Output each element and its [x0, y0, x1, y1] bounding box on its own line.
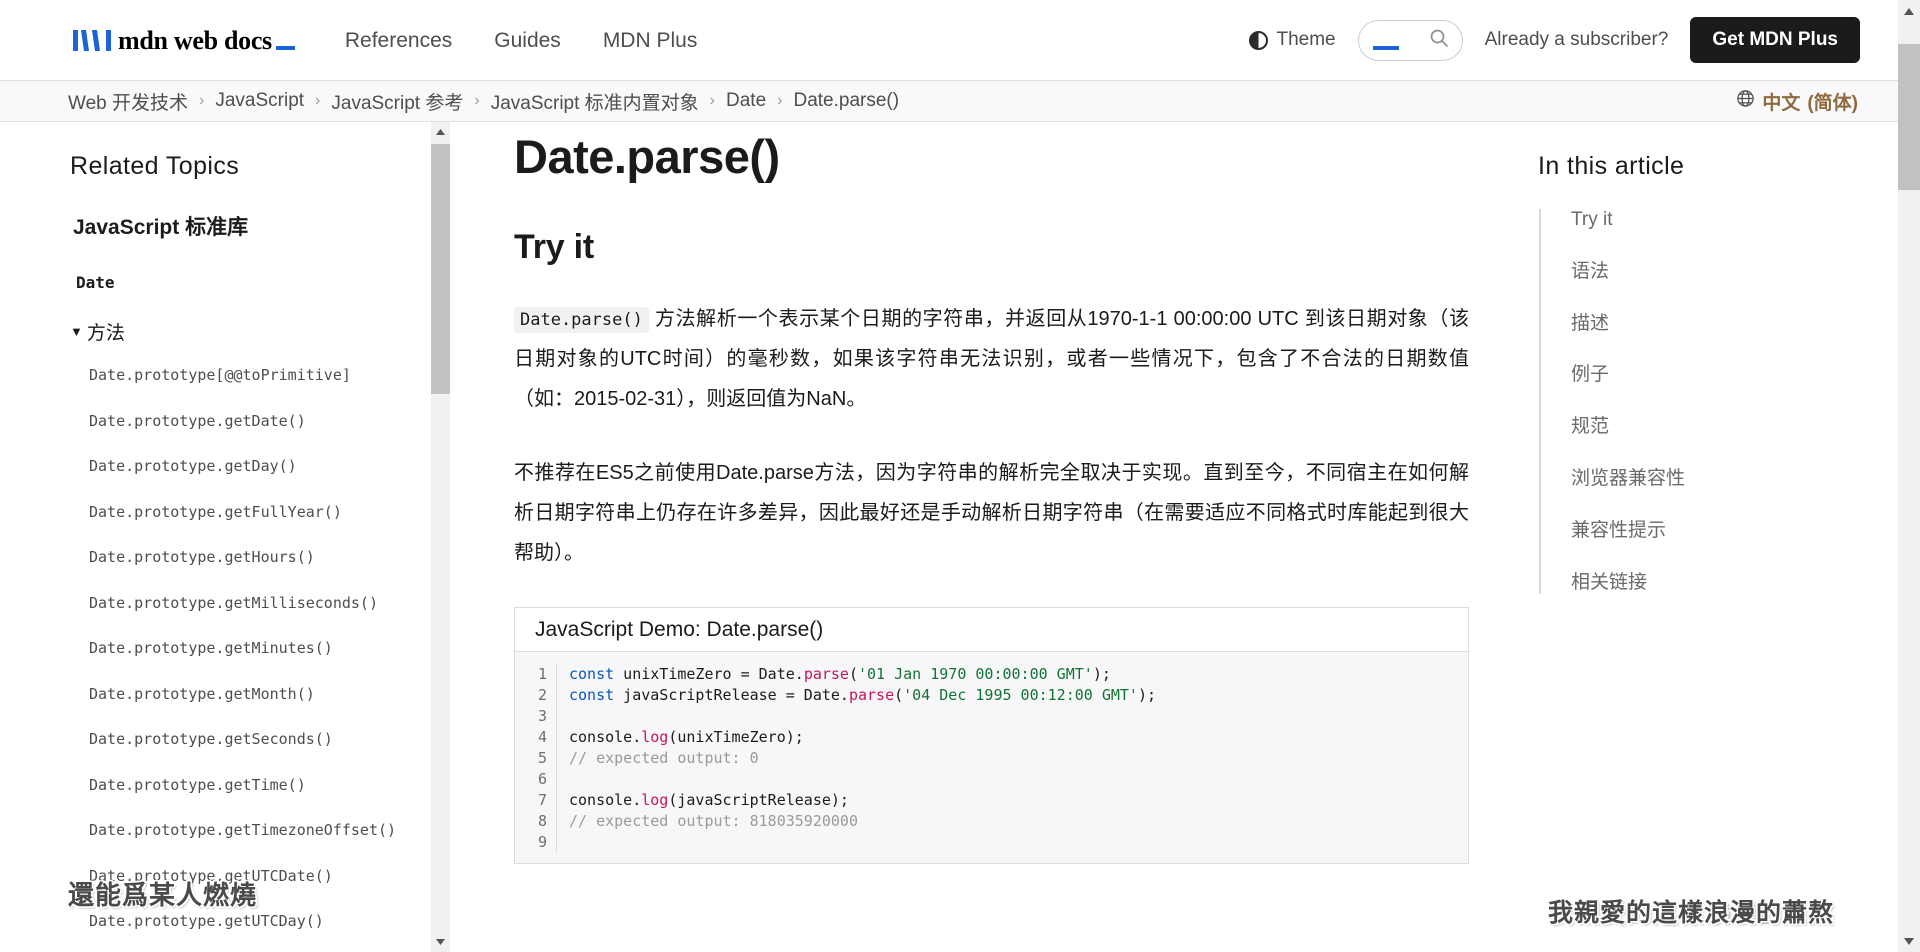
page-scroll-up-icon[interactable]: [1898, 0, 1920, 22]
language-variant: (简体): [1807, 88, 1858, 115]
note-paragraph: 不推荐在ES5之前使用Date.parse方法，因为字符串的解析完全取决于实现。…: [514, 453, 1469, 573]
get-mdn-plus-button[interactable]: Get MDN Plus: [1690, 17, 1860, 63]
chevron-down-icon: ▼: [70, 325, 83, 338]
code-line: [569, 706, 1156, 727]
theme-contrast-icon: [1249, 31, 1268, 50]
mdn-logo-mark: [70, 27, 112, 53]
related-topics-title: Related Topics: [70, 152, 382, 181]
breadcrumb-item-date-parse: Date.parse(): [793, 90, 899, 112]
code-line: console.log(javaScriptRelease);: [569, 790, 1156, 811]
breadcrumb-separator: ›: [777, 92, 782, 110]
mdn-logo-underscore: [276, 46, 295, 50]
sidebar-item-getseconds[interactable]: Date.prototype.getSeconds(): [89, 731, 382, 748]
sidebar-item-getfullyear[interactable]: Date.prototype.getFullYear(): [89, 504, 382, 521]
search-text-cursor: [1373, 46, 1399, 50]
toc-item-try-it[interactable]: Try it: [1571, 209, 1898, 232]
already-subscriber-link[interactable]: Already a subscriber?: [1485, 29, 1669, 51]
code-line: // expected output: 818035920000: [569, 811, 1156, 832]
toc-item-specification[interactable]: 规范: [1571, 416, 1898, 439]
sidebar-item-getmilliseconds[interactable]: Date.prototype.getMilliseconds(): [89, 595, 382, 612]
page-scroll-down-icon[interactable]: [1898, 930, 1920, 952]
nav-item-mdn-plus[interactable]: MDN Plus: [603, 30, 698, 51]
search-input[interactable]: [1358, 20, 1463, 61]
section-heading-try-it: Try it: [514, 228, 1522, 267]
sidebar-item-getutcday[interactable]: Date.prototype.getUTCDay(): [89, 913, 382, 930]
sidebar-item-getdate[interactable]: Date.prototype.getDate(): [89, 413, 382, 430]
sidebar-section-title: JavaScript 标准库: [73, 211, 382, 241]
breadcrumb-bar: Web 开发技术 › JavaScript › JavaScript 参考 › …: [0, 81, 1898, 122]
header-actions: Theme Already a subscriber? Get MDN Plus: [1249, 17, 1860, 63]
javascript-demo-panel: JavaScript Demo: Date.parse() 1 2 3 4 5 …: [514, 607, 1469, 864]
sidebar-item-getutcdate[interactable]: Date.prototype.getUTCDate(): [89, 868, 382, 885]
toc-item-examples[interactable]: 例子: [1571, 364, 1898, 387]
breadcrumb-separator: ›: [710, 92, 715, 110]
toc-item-see-also[interactable]: 相关链接: [1571, 572, 1898, 595]
code-line-numbers: 1 2 3 4 5 6 7 8 9: [515, 664, 557, 853]
site-header: mdn web docs References Guides MDN Plus …: [0, 0, 1898, 81]
breadcrumb-item-date[interactable]: Date: [726, 90, 766, 112]
sidebar-item-gettime[interactable]: Date.prototype.getTime(): [89, 777, 382, 794]
sidebar-item-getday[interactable]: Date.prototype.getDay(): [89, 458, 382, 475]
code-line: console.log(unixTimeZero);: [569, 727, 1156, 748]
toc-item-compat-notes[interactable]: 兼容性提示: [1571, 520, 1898, 543]
globe-icon: [1736, 89, 1755, 113]
toc-title: In this article: [1538, 152, 1898, 181]
inline-code-date-parse: Date.parse(): [514, 307, 649, 333]
sidebar-scrollbar[interactable]: [431, 122, 450, 952]
primary-nav: References Guides MDN Plus: [345, 30, 697, 51]
theme-label: Theme: [1276, 29, 1335, 51]
code-editor[interactable]: 1 2 3 4 5 6 7 8 9 const unixTimeZero = D…: [515, 652, 1468, 863]
sidebar-item-gettimezoneoffset[interactable]: Date.prototype.getTimezoneOffset(): [89, 822, 382, 839]
breadcrumb-item-javascript[interactable]: JavaScript: [215, 90, 304, 112]
sidebar-scroll-down-icon[interactable]: [431, 932, 450, 952]
search-icon: [1429, 28, 1449, 53]
intro-paragraph: Date.parse() 方法解析一个表示某个日期的字符串，并返回从1970-1…: [514, 299, 1469, 419]
code-line: [569, 769, 1156, 790]
related-topics-sidebar: Related Topics JavaScript 标准库 Date ▼ 方法 …: [0, 122, 452, 952]
theme-toggle-button[interactable]: Theme: [1249, 29, 1335, 51]
language-selector[interactable]: 中文 (简体): [1736, 88, 1858, 115]
mdn-logo-text: mdn web docs: [118, 28, 272, 54]
sidebar-scroll-up-icon[interactable]: [431, 122, 450, 142]
mdn-page: mdn web docs References Guides MDN Plus …: [0, 0, 1920, 952]
breadcrumb-item-builtin-objects[interactable]: JavaScript 标准内置对象: [491, 88, 699, 115]
breadcrumb-item-web-tech[interactable]: Web 开发技术: [68, 88, 188, 115]
intro-paragraph-text: 方法解析一个表示某个日期的字符串，并返回从1970-1-1 00:00:00 U…: [514, 308, 1469, 410]
sidebar-item-getmonth[interactable]: Date.prototype.getMonth(): [89, 686, 382, 703]
sidebar-item-gethours[interactable]: Date.prototype.getHours(): [89, 549, 382, 566]
in-this-article-toc: In this article Try it 语法 描述 例子 规范 浏览器兼容…: [1522, 122, 1898, 952]
page-scrollbar[interactable]: [1898, 0, 1920, 952]
nav-item-guides[interactable]: Guides: [494, 30, 561, 51]
sidebar-methods-label: 方法: [87, 318, 125, 345]
sidebar-item-getminutes[interactable]: Date.prototype.getMinutes(): [89, 640, 382, 657]
sidebar-group-title-date: Date: [76, 273, 382, 292]
code-content[interactable]: const unixTimeZero = Date.parse('01 Jan …: [557, 664, 1156, 853]
breadcrumb-separator: ›: [474, 92, 479, 110]
mdn-logo[interactable]: mdn web docs: [70, 27, 295, 53]
sidebar-methods-toggle[interactable]: ▼ 方法: [70, 318, 382, 345]
sidebar-item-toprimitive[interactable]: Date.prototype[@@toPrimitive]: [89, 367, 382, 384]
breadcrumb: Web 开发技术 › JavaScript › JavaScript 参考 › …: [68, 88, 899, 115]
breadcrumb-separator: ›: [315, 92, 320, 110]
article-content: Date.parse() Try it Date.parse() 方法解析一个表…: [452, 122, 1522, 952]
toc-list: Try it 语法 描述 例子 规范 浏览器兼容性 兼容性提示 相关链接: [1539, 209, 1898, 594]
toc-item-description[interactable]: 描述: [1571, 313, 1898, 336]
page-scrollbar-thumb[interactable]: [1898, 44, 1920, 190]
code-line: const javaScriptRelease = Date.parse('04…: [569, 685, 1156, 706]
toc-item-syntax[interactable]: 语法: [1571, 261, 1898, 284]
breadcrumb-separator: ›: [199, 92, 204, 110]
language-name: 中文: [1762, 88, 1800, 115]
nav-item-references[interactable]: References: [345, 30, 452, 51]
page-title: Date.parse(): [514, 130, 1522, 184]
code-line: // expected output: 0: [569, 748, 1156, 769]
code-line: [569, 832, 1156, 853]
toc-item-browser-compat[interactable]: 浏览器兼容性: [1571, 468, 1898, 491]
demo-title: JavaScript Demo: Date.parse(): [515, 608, 1468, 652]
code-line: const unixTimeZero = Date.parse('01 Jan …: [569, 664, 1156, 685]
breadcrumb-item-javascript-reference[interactable]: JavaScript 参考: [331, 88, 463, 115]
sidebar-scrollbar-thumb[interactable]: [431, 144, 450, 394]
